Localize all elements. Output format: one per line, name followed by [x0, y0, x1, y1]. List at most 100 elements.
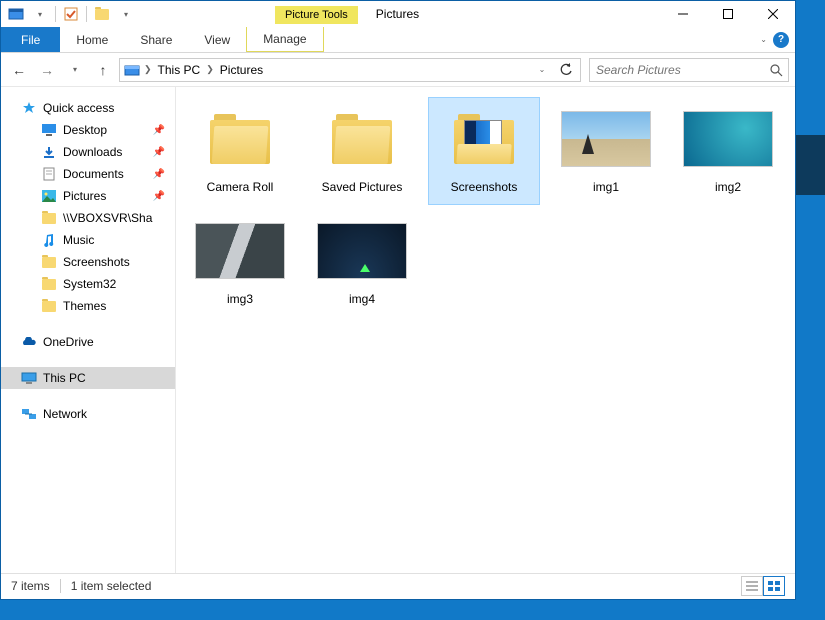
body-area: Quick access Desktop 📌 Downloads 📌 Docum…	[1, 87, 795, 573]
nav-item-themes[interactable]: Themes	[1, 295, 175, 317]
nav-item-downloads[interactable]: Downloads 📌	[1, 141, 175, 163]
nav-label: Desktop	[63, 123, 107, 137]
desktop-background-slice	[796, 135, 825, 195]
nav-item-music[interactable]: Music	[1, 229, 175, 251]
up-button[interactable]: ↑	[91, 58, 115, 82]
nav-item-share[interactable]: \\VBOXSVR\Shar	[1, 207, 175, 229]
back-button[interactable]: ←	[7, 58, 31, 82]
nav-label: Themes	[63, 299, 106, 313]
quick-access-toolbar: ▾ ▾	[1, 4, 141, 24]
item-label: Camera Roll	[207, 180, 274, 194]
this-pc-icon	[21, 371, 37, 385]
window-title: Pictures	[376, 7, 419, 21]
qat-customize-icon[interactable]: ▾	[115, 4, 137, 24]
search-icon[interactable]	[764, 63, 788, 77]
desktop-icon	[41, 123, 57, 137]
item-label: img1	[593, 180, 619, 194]
nav-label: Network	[43, 407, 87, 421]
nav-this-pc[interactable]: This PC	[1, 367, 175, 389]
search-input[interactable]	[590, 63, 764, 77]
nav-label: OneDrive	[43, 335, 94, 349]
item-label: Saved Pictures	[322, 180, 403, 194]
address-dropdown-icon[interactable]: ⌄	[530, 58, 554, 82]
item-img3[interactable]: img3	[184, 209, 296, 317]
ribbon-tabs: File Home Share View Manage ⌄ ?	[1, 27, 795, 53]
forward-button[interactable]: →	[35, 58, 59, 82]
tab-manage[interactable]: Manage	[246, 27, 323, 52]
item-label: img4	[349, 292, 375, 306]
music-icon	[41, 233, 57, 247]
item-img1[interactable]: img1	[550, 97, 662, 205]
chevron-right-icon[interactable]: ❯	[142, 64, 154, 75]
nav-item-documents[interactable]: Documents 📌	[1, 163, 175, 185]
folder-icon	[195, 104, 285, 174]
item-img2[interactable]: img2	[672, 97, 784, 205]
close-button[interactable]	[750, 1, 795, 27]
chevron-right-icon[interactable]: ❯	[204, 64, 216, 75]
nav-label: Documents	[63, 167, 124, 181]
ribbon-expand-icon[interactable]: ⌄	[760, 35, 767, 44]
details-view-button[interactable]	[741, 576, 763, 596]
nav-label: This PC	[43, 371, 86, 385]
nav-label: \\VBOXSVR\Shar	[63, 211, 153, 225]
image-thumbnail	[561, 104, 651, 174]
nav-item-desktop[interactable]: Desktop 📌	[1, 119, 175, 141]
nav-label: Quick access	[43, 101, 114, 115]
tab-share[interactable]: Share	[124, 27, 188, 52]
image-thumbnail	[683, 104, 773, 174]
qat-properties-icon[interactable]	[5, 4, 27, 24]
qat-dropdown-icon[interactable]: ▾	[29, 4, 51, 24]
folder-icon	[41, 299, 57, 313]
location-icon	[122, 63, 142, 77]
item-screenshots[interactable]: Screenshots	[428, 97, 540, 205]
nav-label: Screenshots	[63, 255, 130, 269]
maximize-button[interactable]	[705, 1, 750, 27]
content-pane[interactable]: Camera Roll Saved Pictures Screenshots i…	[176, 87, 795, 573]
nav-label: Downloads	[63, 145, 122, 159]
qat-newfolder-icon[interactable]	[91, 4, 113, 24]
thumbnails-view-button[interactable]	[763, 576, 785, 596]
image-thumbnail	[317, 216, 407, 286]
minimize-button[interactable]	[660, 1, 705, 27]
item-saved-pictures[interactable]: Saved Pictures	[306, 97, 418, 205]
recent-locations-button[interactable]: ▾	[63, 58, 87, 82]
item-img4[interactable]: img4	[306, 209, 418, 317]
star-icon	[21, 101, 37, 115]
address-bar[interactable]: ❯ This PC ❯ Pictures ⌄	[119, 58, 581, 82]
nav-onedrive[interactable]: OneDrive	[1, 331, 175, 353]
nav-item-pictures[interactable]: Pictures 📌	[1, 185, 175, 207]
file-tab[interactable]: File	[1, 27, 60, 52]
nav-item-screenshots[interactable]: Screenshots	[1, 251, 175, 273]
contextual-tab-header: Picture Tools	[275, 7, 358, 21]
file-explorer-window: ▾ ▾ Picture Tools Pictures File Home Sha…	[0, 0, 796, 600]
pin-icon: 📌	[153, 147, 165, 158]
folder-icon	[41, 211, 57, 225]
status-item-count: 7 items	[11, 579, 50, 593]
status-bar: 7 items 1 item selected	[1, 573, 795, 597]
folder-icon	[41, 277, 57, 291]
nav-label: Pictures	[63, 189, 106, 203]
titlebar: ▾ ▾ Picture Tools Pictures	[1, 1, 795, 27]
help-icon[interactable]: ?	[773, 32, 789, 48]
image-thumbnail	[195, 216, 285, 286]
downloads-icon	[41, 145, 57, 159]
documents-icon	[41, 167, 57, 181]
navigation-pane: Quick access Desktop 📌 Downloads 📌 Docum…	[1, 87, 176, 573]
item-camera-roll[interactable]: Camera Roll	[184, 97, 296, 205]
search-box[interactable]	[589, 58, 789, 82]
nav-label: Music	[63, 233, 94, 247]
refresh-button[interactable]	[554, 58, 578, 82]
breadcrumb-pictures[interactable]: Pictures	[216, 63, 267, 77]
qat-check-icon[interactable]	[60, 4, 82, 24]
tab-view[interactable]: View	[188, 27, 246, 52]
folder-icon	[439, 104, 529, 174]
tab-home[interactable]: Home	[60, 27, 124, 52]
onedrive-icon	[21, 335, 37, 349]
nav-network[interactable]: Network	[1, 403, 175, 425]
nav-label: System32	[63, 277, 116, 291]
nav-quick-access[interactable]: Quick access	[1, 97, 175, 119]
breadcrumb-this-pc[interactable]: This PC	[154, 63, 205, 77]
pin-icon: 📌	[153, 191, 165, 202]
nav-item-system32[interactable]: System32	[1, 273, 175, 295]
status-selection: 1 item selected	[71, 579, 152, 593]
